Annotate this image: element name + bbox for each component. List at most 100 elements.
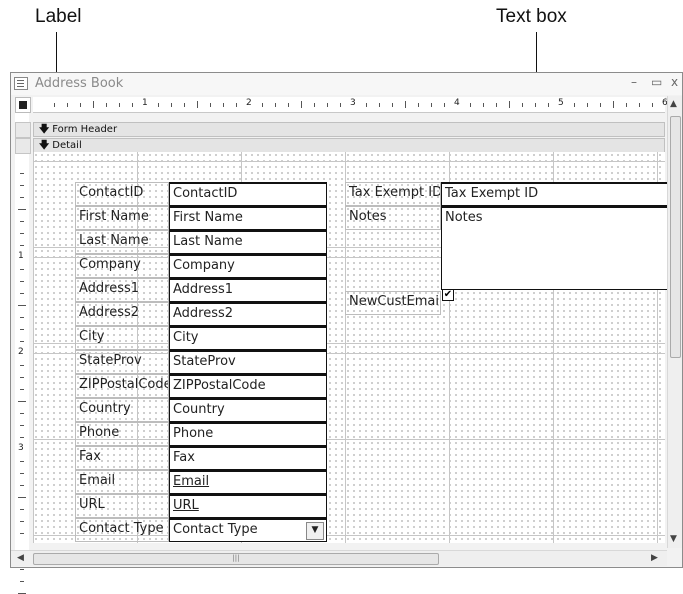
ruler-tick bbox=[535, 103, 536, 107]
scroll-left-arrow-icon[interactable]: ◀ bbox=[17, 553, 24, 563]
field-label[interactable]: Fax bbox=[75, 446, 169, 470]
ruler-number: 5 bbox=[558, 98, 564, 108]
ruler-number: 2 bbox=[246, 98, 252, 108]
ruler-tick bbox=[119, 103, 120, 107]
field-label[interactable]: Company bbox=[75, 254, 169, 278]
ruler-tick bbox=[158, 103, 159, 107]
field-textbox[interactable]: Address2 bbox=[169, 302, 327, 326]
ruler-number: 4 bbox=[454, 98, 460, 108]
field-textbox-value: Contact Type bbox=[173, 522, 258, 537]
ruler-tick bbox=[20, 329, 24, 330]
ruler-tick bbox=[132, 103, 133, 107]
field-label[interactable]: First Name bbox=[75, 206, 169, 230]
field-textbox[interactable]: Last Name bbox=[169, 230, 327, 254]
vertical-ruler[interactable]: 1 2 3 bbox=[15, 113, 29, 594]
newcustemail-label[interactable]: NewCustEmail bbox=[345, 291, 441, 315]
notes-textbox[interactable]: Notes bbox=[441, 206, 675, 290]
field-label[interactable]: Phone bbox=[75, 422, 169, 446]
field-label[interactable]: ContactID bbox=[75, 182, 169, 206]
field-textbox[interactable]: ZIPPostalCode bbox=[169, 374, 327, 398]
field-textbox[interactable]: Phone bbox=[169, 422, 327, 446]
horizontal-scroll-thumb[interactable]: ||| bbox=[33, 553, 439, 565]
field-textbox[interactable]: StateProv bbox=[169, 350, 327, 374]
minimize-button[interactable]: – bbox=[631, 75, 637, 89]
combo-dropdown-arrow-icon[interactable]: ▼ bbox=[306, 522, 324, 540]
ruler-tick bbox=[20, 413, 24, 414]
ruler-tick bbox=[574, 103, 575, 107]
ruler-tick bbox=[18, 497, 26, 498]
form-header-bar[interactable]: 🡇 Form Header bbox=[33, 122, 665, 137]
ruler-tick bbox=[20, 293, 24, 294]
newcustemail-checkbox[interactable]: ✔ bbox=[442, 289, 454, 301]
detail-bar[interactable]: 🡇 Detail bbox=[33, 138, 665, 153]
form-selector[interactable] bbox=[15, 97, 31, 113]
scroll-up-arrow-icon[interactable]: ▲ bbox=[670, 99, 677, 109]
field-label[interactable]: StateProv bbox=[75, 350, 169, 374]
field-textbox[interactable]: URL bbox=[169, 494, 327, 518]
ruler-tick bbox=[80, 103, 81, 107]
field-textbox[interactable]: Email bbox=[169, 470, 327, 494]
detail-selector[interactable] bbox=[15, 138, 31, 154]
field-label[interactable]: URL bbox=[75, 494, 169, 518]
field-label[interactable]: Contact Type bbox=[75, 518, 169, 542]
ruler-tick bbox=[392, 103, 393, 107]
ruler-tick bbox=[509, 101, 510, 108]
ruler-tick bbox=[223, 103, 224, 107]
vertical-scrollbar[interactable]: ▲ ▼ bbox=[667, 96, 682, 548]
detail-design-grid[interactable]: ContactID ContactID First Name First Name La… bbox=[33, 152, 675, 543]
field-combobox[interactable]: Contact Type ▼ bbox=[169, 518, 327, 542]
ruler-tick bbox=[210, 103, 211, 107]
ruler-tick bbox=[20, 389, 24, 390]
ruler-tick bbox=[20, 341, 24, 342]
field-label[interactable]: Address1 bbox=[75, 278, 169, 302]
field-textbox[interactable]: Fax bbox=[169, 446, 327, 470]
form-header-selector[interactable] bbox=[15, 122, 31, 138]
field-label[interactable]: Last Name bbox=[75, 230, 169, 254]
field-label[interactable]: Country bbox=[75, 398, 169, 422]
horizontal-ruler[interactable]: 123456 bbox=[33, 97, 668, 113]
ruler-tick bbox=[54, 103, 55, 107]
ruler-tick bbox=[20, 197, 24, 198]
ruler-tick bbox=[483, 103, 484, 107]
vertical-scroll-thumb[interactable] bbox=[670, 116, 681, 358]
ruler-tick bbox=[275, 103, 276, 107]
field-textbox[interactable]: Company bbox=[169, 254, 327, 278]
field-label[interactable]: City bbox=[75, 326, 169, 350]
label-callout: Label bbox=[35, 6, 82, 27]
field-textbox[interactable]: Country bbox=[169, 398, 327, 422]
ruler-number: 2 bbox=[18, 347, 24, 357]
scroll-down-arrow-icon[interactable]: ▼ bbox=[670, 534, 677, 544]
field-textbox[interactable]: ContactID bbox=[169, 182, 327, 206]
text-box-callout: Text box bbox=[496, 6, 567, 27]
field-label[interactable]: Email bbox=[75, 470, 169, 494]
restore-button[interactable]: ▭ bbox=[651, 75, 662, 89]
ruler-tick bbox=[522, 103, 523, 107]
ruler-tick bbox=[20, 377, 24, 378]
horizontal-scrollbar[interactable]: ◀ ||| ▶ bbox=[11, 550, 667, 566]
ruler-tick bbox=[20, 269, 24, 270]
ruler-tick bbox=[20, 281, 24, 282]
notes-label[interactable]: Notes bbox=[345, 206, 441, 230]
tax-exempt-id-textbox[interactable]: Tax Exempt ID bbox=[441, 182, 675, 206]
field-textbox[interactable]: City bbox=[169, 326, 327, 350]
ruler-tick bbox=[20, 437, 24, 438]
field-textbox[interactable]: First Name bbox=[169, 206, 327, 230]
ruler-tick bbox=[20, 221, 24, 222]
ruler-tick bbox=[93, 101, 94, 108]
ruler-tick bbox=[639, 103, 640, 107]
ruler-tick bbox=[20, 233, 24, 234]
ruler-tick bbox=[431, 103, 432, 107]
field-label[interactable]: Address2 bbox=[75, 302, 169, 326]
tax-exempt-id-label[interactable]: Tax Exempt ID bbox=[345, 182, 441, 206]
ruler-tick bbox=[20, 461, 24, 462]
scroll-right-arrow-icon[interactable]: ▶ bbox=[651, 553, 658, 563]
ruler-tick bbox=[379, 103, 380, 107]
ruler-tick bbox=[470, 103, 471, 107]
ruler-tick bbox=[288, 103, 289, 107]
ruler-tick bbox=[548, 103, 549, 107]
field-label[interactable]: ZIPPostalCode bbox=[75, 374, 169, 398]
close-button[interactable]: x bbox=[671, 75, 678, 89]
ruler-tick bbox=[418, 103, 419, 107]
field-textbox[interactable]: Address1 bbox=[169, 278, 327, 302]
window-title: Address Book bbox=[35, 76, 124, 91]
